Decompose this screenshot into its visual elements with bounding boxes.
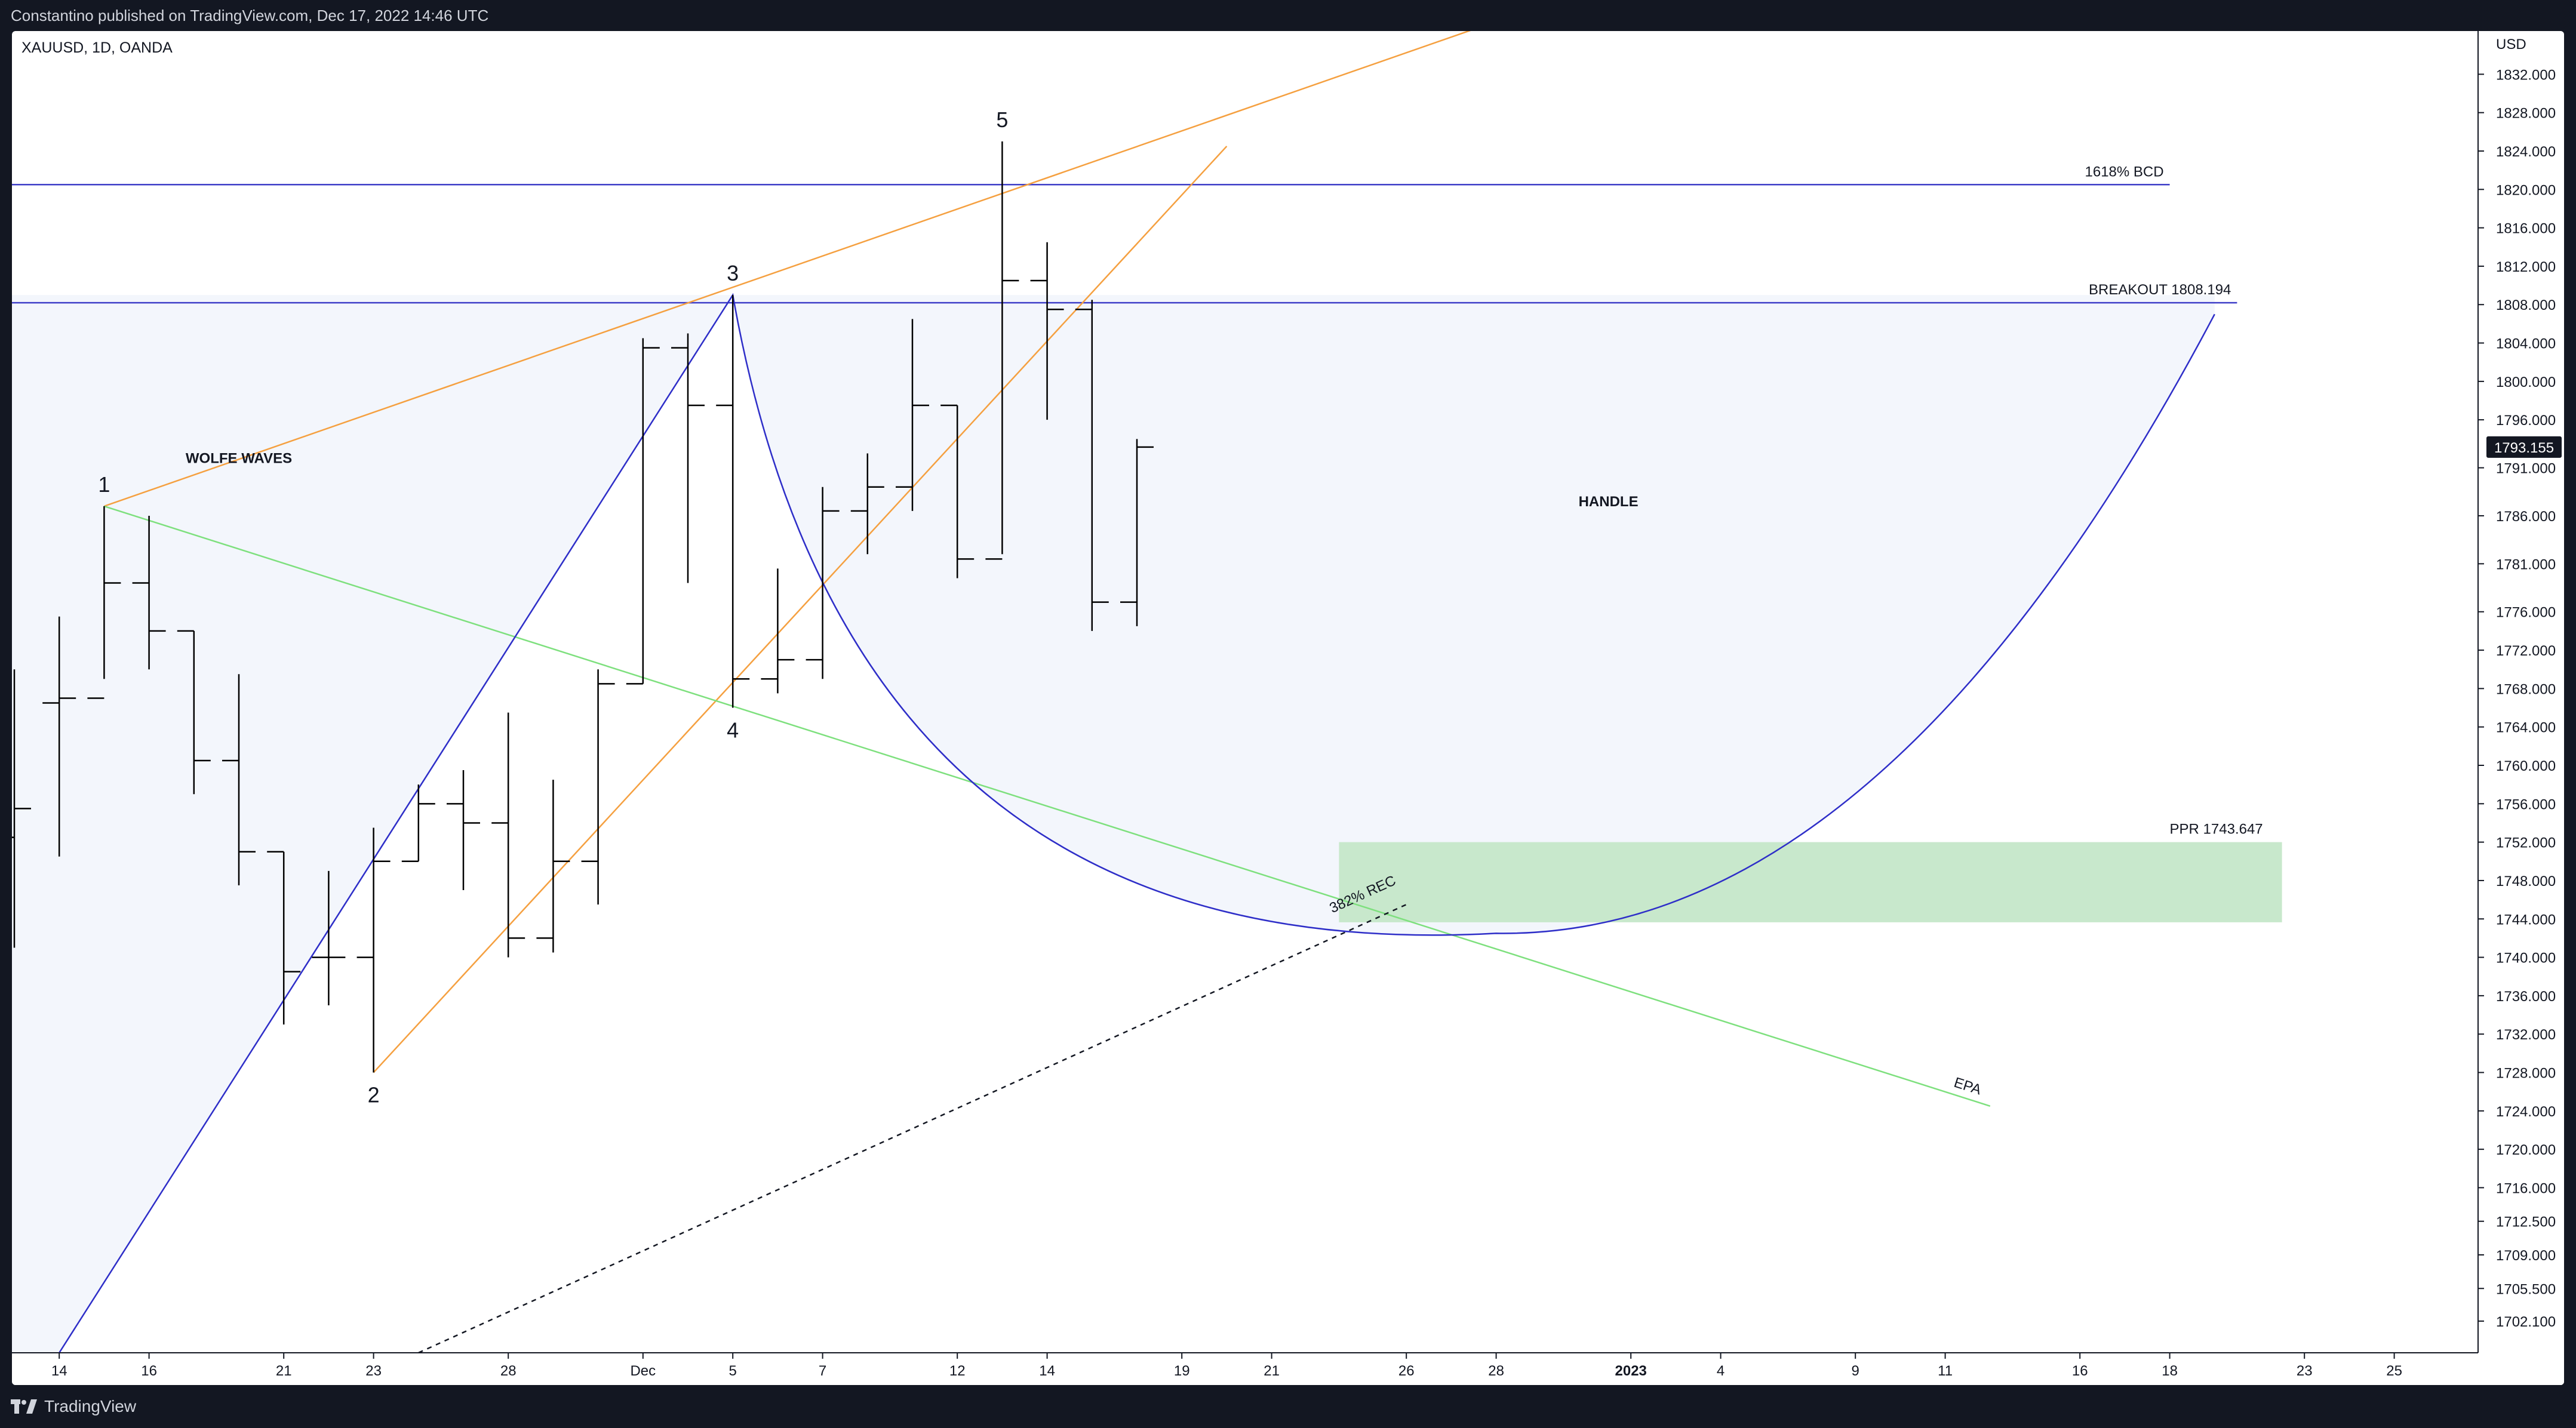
x-tick-label: 23 [365,1363,382,1379]
y-tick-label: 1740.000 [2496,950,2556,967]
brand-logo[interactable]: TradingView [11,1397,136,1416]
x-tick-label: 26 [1398,1363,1415,1379]
wolfe-point-5: 5 [996,107,1008,132]
y-tick-label: 1796.000 [2496,413,2556,429]
wolfe-point-1: 1 [98,472,110,497]
cup-fill-left [12,295,733,1353]
last-price-label: 1793.155 [2494,440,2554,456]
x-tick-label: 7 [819,1363,826,1379]
y-tick-label: 1768.000 [2496,681,2556,697]
y-tick-label: 1702.100 [2496,1314,2556,1330]
instrument-label: XAUUSD, 1D, OANDA [21,39,173,56]
y-tick-label: 1736.000 [2496,989,2556,1005]
y-tick-label: 1816.000 [2496,221,2556,237]
x-tick-label: 16 [141,1363,157,1379]
x-tick-label: 12 [949,1363,966,1379]
y-tick-label: 1744.000 [2496,912,2556,928]
y-tick-label: 1786.000 [2496,509,2556,525]
y-tick-label: 1724.000 [2496,1104,2556,1120]
level-label-0: 1618% BCD [2085,164,2164,180]
ohlc-bar[interactable] [761,568,795,694]
tradingview-logo-icon [11,1399,37,1414]
x-tick-label: 9 [1852,1363,1859,1379]
ohlc-bar[interactable] [536,780,570,953]
ppr-zone-label: PPR 1743.647 [2170,821,2263,838]
x-tick-label: 4 [1717,1363,1724,1379]
y-tick-label: 1824.000 [2496,144,2556,160]
brand-name: TradingView [44,1397,137,1415]
x-tick-label: 28 [1488,1363,1504,1379]
y-tick-label: 1709.000 [2496,1248,2556,1264]
x-tick-label: 14 [51,1363,67,1379]
footer-bar: TradingView [0,1385,2576,1428]
x-tick-label: 11 [1938,1363,1953,1379]
time-axis[interactable] [12,1353,2564,1385]
y-tick-label: 1808.000 [2496,297,2556,313]
epa-label: EPA [1952,1075,1983,1098]
x-tick-label: 28 [500,1363,517,1379]
x-tick-label: 5 [729,1363,737,1379]
y-tick-label: 1804.000 [2496,336,2556,352]
y-tick-label: 1772.000 [2496,643,2556,659]
x-tick-label: 23 [2297,1363,2313,1379]
y-tick-label: 1705.500 [2496,1281,2556,1297]
ohlc-bar[interactable] [447,770,480,891]
ohlc-bar[interactable] [581,669,615,905]
x-tick-label: 18 [2162,1363,2178,1379]
y-tick-label: 1828.000 [2496,106,2556,122]
x-tick-label: 16 [2072,1363,2088,1379]
y-tick-label: 1748.000 [2496,873,2556,890]
y-tick-label: 1781.000 [2496,556,2556,573]
publisher-header: Constantino published on TradingView.com… [0,0,2576,31]
level-label-1: BREAKOUT 1808.194 [2089,282,2231,298]
y-tick-label: 1764.000 [2496,720,2556,736]
price-chart-svg[interactable]: PPR 1743.647 1618% BCD BREAKOUT 1808.194 EP… [12,31,2564,1385]
published-info: Constantino published on TradingView.com… [11,7,489,24]
annotation-wolfe-waves: WOLFE WAVES [186,451,292,467]
ohlc-bar[interactable] [491,712,525,958]
y-tick-label: 1732.000 [2496,1027,2556,1043]
y-tick-label: 1752.000 [2496,835,2556,851]
y-tick-label: 1800.000 [2496,374,2556,390]
x-tick-label: 21 [276,1363,292,1379]
x-tick-label: 19 [1174,1363,1190,1379]
x-tick-label: Dec [630,1363,656,1379]
wolfe-point-4: 4 [727,718,739,743]
y-tick-label: 1832.000 [2496,67,2556,83]
y-tick-label: 1720.000 [2496,1142,2556,1158]
y-tick-label: 1756.000 [2496,796,2556,813]
currency-label: USD [2496,36,2526,53]
rec-dashed-line[interactable] [418,903,1407,1354]
x-tick-label: 14 [1039,1363,1055,1379]
y-tick-label: 1728.000 [2496,1066,2556,1082]
y-tick-label: 1791.000 [2496,461,2556,477]
chart-area[interactable]: PPR 1743.647 1618% BCD BREAKOUT 1808.194 EP… [12,31,2564,1385]
wolfe-point-2: 2 [368,1083,380,1107]
y-tick-label: 1776.000 [2496,605,2556,621]
wolfe-point-3: 3 [727,261,739,285]
ppr-zone[interactable] [1339,842,2282,922]
y-tick-label: 1716.000 [2496,1180,2556,1196]
x-tick-label: 2023 [1615,1363,1647,1379]
y-tick-label: 1712.500 [2496,1214,2556,1230]
x-tick-label: 21 [1264,1363,1280,1379]
annotation-handle: HANDLE [1579,494,1639,510]
x-tick-label: 25 [2386,1363,2402,1379]
y-tick-label: 1820.000 [2496,182,2556,198]
y-tick-label: 1760.000 [2496,758,2556,774]
y-tick-label: 1812.000 [2496,259,2556,275]
